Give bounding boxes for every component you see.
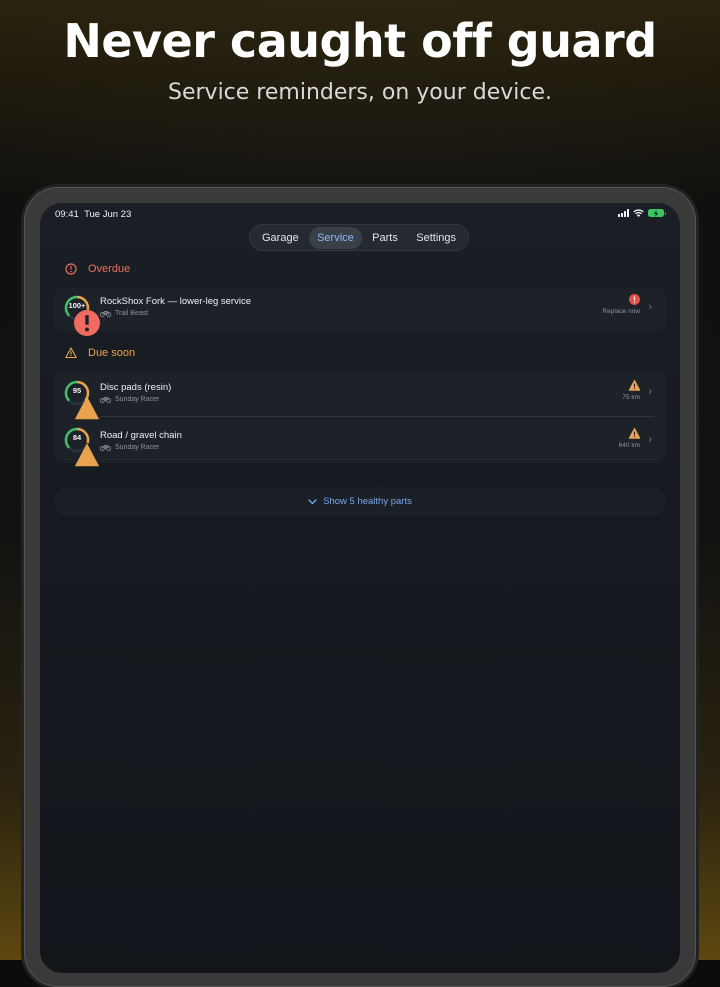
item-status-text: 75 km (622, 394, 640, 401)
wear-ring-gauge: 84 (64, 427, 100, 467)
show-healthy-parts-label: Show 5 healthy parts (323, 496, 412, 507)
list-item[interactable]: 84 Road / gravel chain Sunday Racer 640 … (54, 417, 666, 467)
chevron-down-icon (308, 498, 317, 504)
cellular-signal-icon (618, 209, 629, 217)
bicycle-icon (100, 397, 111, 403)
section-title-due-soon: Due soon (88, 347, 136, 359)
tab-parts[interactable]: Parts (364, 227, 406, 249)
wear-percent: 84 (72, 433, 82, 442)
section-header-overdue: Overdue (65, 263, 130, 275)
segmented-tabs: Garage Service Parts Settings (249, 224, 469, 251)
warning-triangle-icon (629, 380, 640, 391)
battery-charging-icon (648, 209, 666, 217)
tab-settings[interactable]: Settings (408, 227, 464, 249)
promo-subheadline: Service reminders, on your device. (168, 80, 552, 105)
status-date: Tue Jun 23 (84, 209, 132, 220)
bicycle-icon (100, 311, 111, 317)
chevron-right-icon: › (648, 434, 652, 446)
wifi-icon (633, 209, 644, 217)
bicycle-icon (100, 445, 111, 451)
item-bike-name: Sunday Racer (115, 396, 160, 403)
exclamation-circle-icon (629, 294, 640, 305)
alert-circle-icon (65, 263, 77, 275)
warning-triangle-icon (65, 347, 77, 359)
list-item[interactable]: 95 Disc pads (resin) Sunday Racer 75 km … (54, 371, 666, 420)
item-bike: Sunday Racer (100, 444, 159, 451)
item-status: 75 km (622, 380, 640, 401)
item-title: Road / gravel chain (100, 430, 182, 441)
overdue-card: 100+ RockShox Fork — lower-leg service T… (54, 287, 666, 336)
item-status-text: 640 km (618, 442, 640, 449)
list-item[interactable]: 100+ RockShox Fork — lower-leg service T… (54, 287, 666, 336)
item-title: Disc pads (resin) (100, 382, 172, 393)
status-time: 09:41 (55, 209, 79, 220)
show-healthy-parts-button[interactable]: Show 5 healthy parts (54, 487, 666, 516)
status-icons (618, 209, 666, 217)
item-status: 640 km (619, 428, 640, 449)
promo-headline: Never caught off guard (63, 14, 657, 68)
warning-badge-icon (74, 443, 100, 467)
status-bar: 09:41 Tue Jun 23 (40, 203, 680, 225)
item-bike-name: Trail Beast (115, 310, 149, 317)
tab-service[interactable]: Service (309, 226, 362, 249)
wear-percent: 100+ (68, 301, 86, 310)
item-bike: Sunday Racer (100, 396, 159, 403)
item-status-text: Replace now (602, 308, 640, 315)
wear-percent: 95 (72, 386, 82, 395)
item-bike: Trail Beast (100, 310, 148, 317)
item-status: Replace now (602, 294, 640, 315)
item-bike-name: Sunday Racer (115, 444, 160, 451)
chevron-right-icon: › (648, 301, 652, 313)
chevron-right-icon: › (648, 386, 652, 398)
warning-triangle-icon (629, 428, 640, 439)
error-badge-icon (74, 310, 100, 336)
status-clock: 09:41 Tue Jun 23 (55, 209, 131, 220)
app-screen: 09:41 Tue Jun 23 Garage Service Parts Se… (40, 203, 680, 973)
item-title: RockShox Fork — lower-leg service (100, 296, 251, 307)
section-title-overdue: Overdue (88, 263, 131, 275)
tab-garage[interactable]: Garage (254, 227, 307, 249)
section-header-due-soon: Due soon (65, 347, 135, 359)
due-soon-card: 95 Disc pads (resin) Sunday Racer 75 km … (54, 371, 666, 467)
wear-ring-gauge: 100+ (64, 295, 100, 336)
wear-ring-gauge: 95 (64, 380, 100, 420)
